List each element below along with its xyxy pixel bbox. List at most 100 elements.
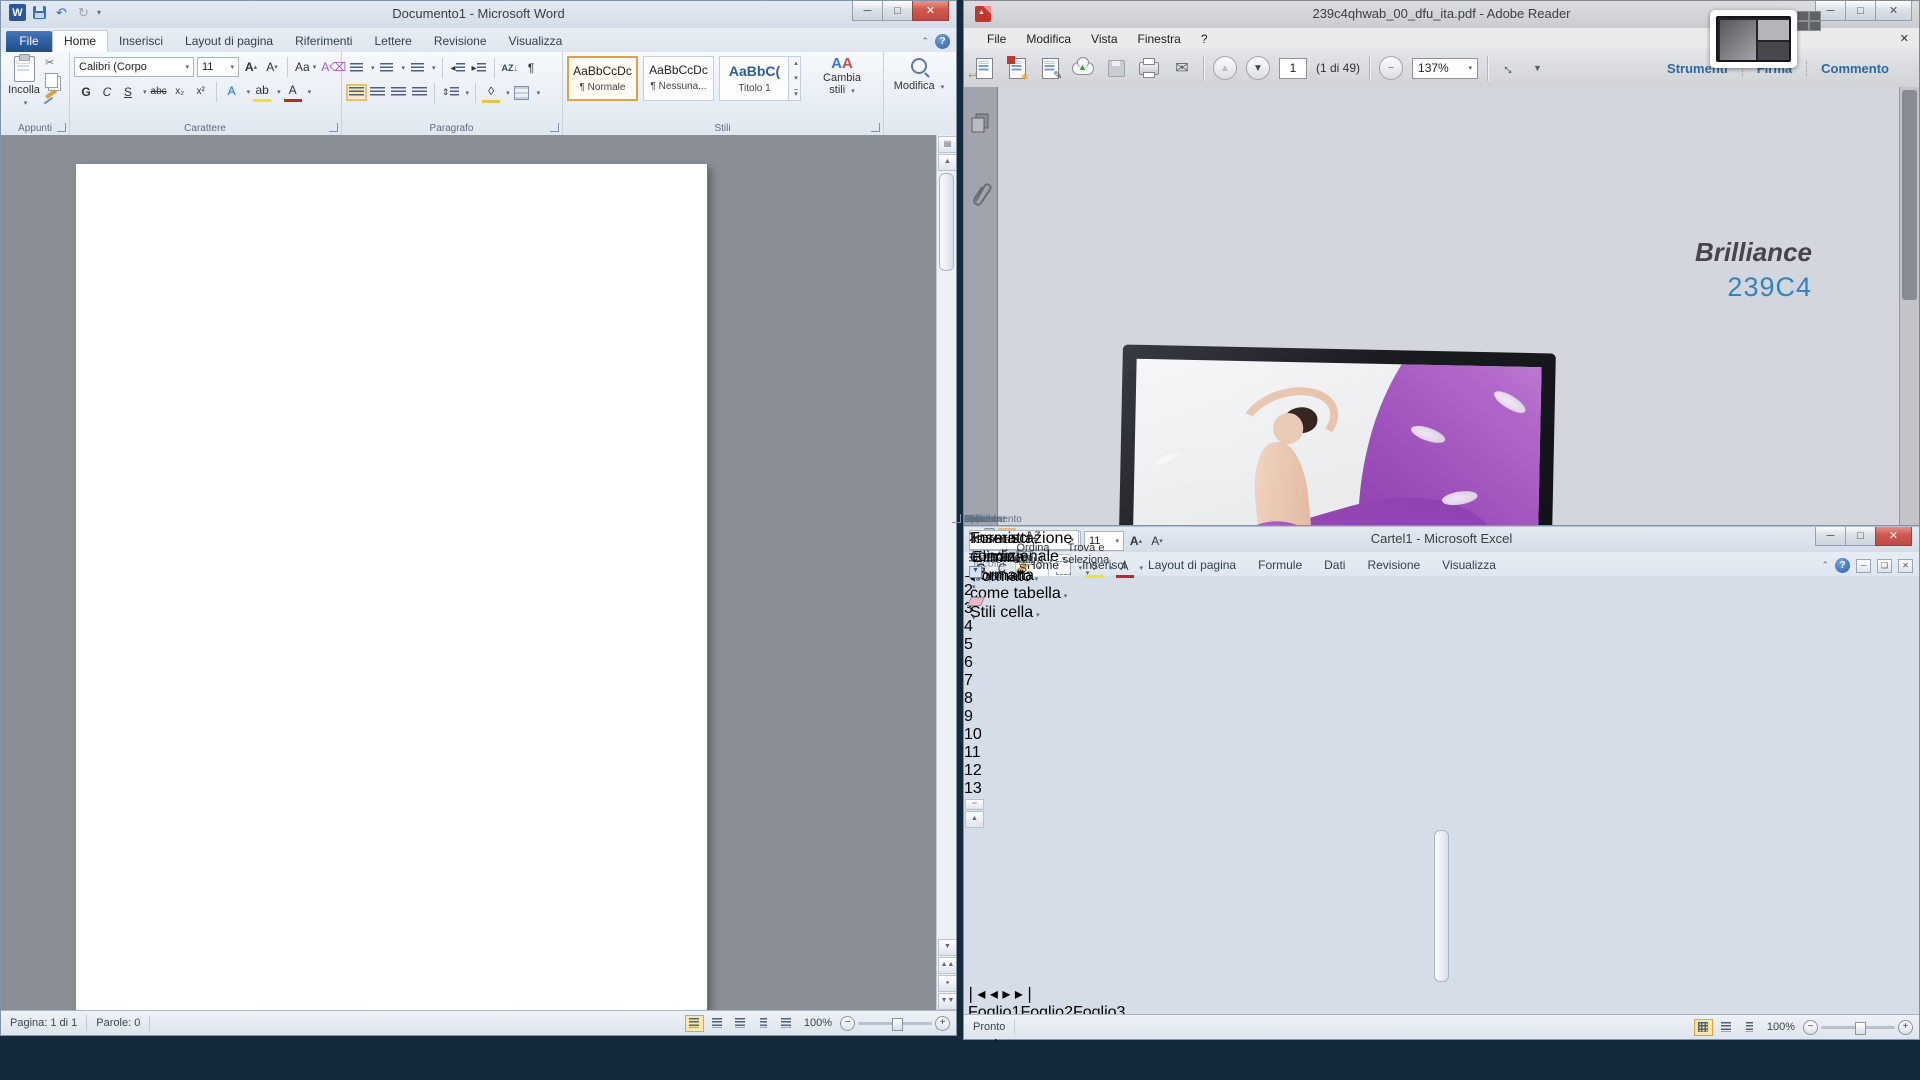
row-header-5[interactable]: 5 xyxy=(964,636,1919,654)
cloud-upload-icon[interactable] xyxy=(1071,56,1095,80)
style-button-stili-cella[interactable]: Stili cella▾ xyxy=(970,604,1072,622)
word-titlebar[interactable]: W ↶ ↻ ▾ Documento1 - Microsoft Word ─ □ … xyxy=(1,1,956,28)
pdf-maximize-button[interactable]: □ xyxy=(1845,1,1876,21)
scroll-up-icon[interactable]: ▲ xyxy=(965,811,984,828)
next-page-icon[interactable]: ▼▼ xyxy=(938,993,956,1010)
styles-dialog-launcher[interactable] xyxy=(871,123,880,132)
previous-sheet-icon[interactable]: ◂ xyxy=(990,986,998,1003)
word-tab-lettere[interactable]: Lettere xyxy=(363,31,422,52)
autosum-icon[interactable]: Σ ▾ xyxy=(969,530,983,558)
workbook-restore-icon[interactable]: ❏ xyxy=(1877,559,1892,573)
scroll-thumb[interactable] xyxy=(1434,830,1449,982)
draft-view-icon[interactable] xyxy=(777,1015,796,1032)
excel-close-button[interactable]: ✕ xyxy=(1875,526,1912,546)
save-icon[interactable] xyxy=(1104,56,1128,80)
shrink-font-icon[interactable]: A▾ xyxy=(1148,532,1166,550)
email-icon[interactable]: ✉ xyxy=(1170,56,1194,80)
pdf-menu-file[interactable]: File xyxy=(978,30,1015,48)
zoom-in-icon[interactable]: + xyxy=(1898,1020,1913,1035)
excel-tab-visualizza[interactable]: Visualizza xyxy=(1431,555,1507,576)
zoom-out-icon[interactable]: − xyxy=(840,1016,855,1031)
create-pdf-icon[interactable]: ✱ xyxy=(1005,56,1029,80)
print-layout-view-icon[interactable] xyxy=(685,1015,704,1032)
decrease-indent-icon[interactable]: ◂ xyxy=(449,59,467,77)
pdf-scrollbar[interactable] xyxy=(1899,87,1919,545)
zoom-out-icon[interactable]: − xyxy=(1379,56,1403,80)
page-up-icon[interactable]: ▲ xyxy=(1213,56,1237,80)
grow-font-icon[interactable]: A▴ xyxy=(242,58,260,76)
word-tab-visualizza[interactable]: Visualizza xyxy=(498,31,574,52)
normal-view-icon[interactable] xyxy=(1694,1019,1713,1036)
italic-icon[interactable]: C xyxy=(98,83,116,101)
fullscreen-view-icon[interactable] xyxy=(708,1015,727,1032)
text-effects-icon[interactable]: A xyxy=(223,83,241,101)
minimize-ribbon-icon[interactable]: ⌃ xyxy=(1821,560,1829,571)
row-header-8[interactable]: 8 xyxy=(964,690,1919,708)
word-count[interactable]: Parole: 0 xyxy=(87,1015,150,1031)
print-icon[interactable] xyxy=(1137,56,1161,80)
row-header-12[interactable]: 12 xyxy=(964,762,1919,780)
ruler-toggle-icon[interactable]: ▤ xyxy=(938,136,956,153)
styles-gallery-scroll[interactable]: ▴▾▾ xyxy=(788,56,801,101)
underline-icon[interactable]: S xyxy=(119,83,137,101)
zoom-slider[interactable]: − + xyxy=(1803,1020,1913,1035)
word-maximize-button[interactable]: □ xyxy=(882,1,913,21)
borders-icon[interactable] xyxy=(513,84,531,102)
align-left-icon[interactable] xyxy=(347,84,365,102)
align-right-icon[interactable] xyxy=(389,84,407,102)
word-tab-inserisci[interactable]: Inserisci xyxy=(108,31,174,52)
web-layout-view-icon[interactable] xyxy=(731,1015,750,1032)
next-sheet-icon[interactable]: ▸ xyxy=(1002,986,1010,1003)
highlight-color-icon[interactable]: ab xyxy=(253,81,271,102)
minimize-ribbon-icon[interactable]: ⌃ xyxy=(921,36,929,47)
page-number-input[interactable]: 1 xyxy=(1279,58,1307,79)
split-handle[interactable]: ═ xyxy=(965,799,984,810)
numbering-icon[interactable] xyxy=(378,59,396,77)
zoom-slider[interactable]: − + xyxy=(840,1016,950,1031)
row-header-7[interactable]: 7 xyxy=(964,672,1919,690)
copy-icon[interactable] xyxy=(45,73,58,88)
pdf-menu-finestra[interactable]: Finestra xyxy=(1129,30,1190,48)
bullets-icon[interactable] xyxy=(347,59,365,77)
format-painter-icon[interactable] xyxy=(45,89,57,99)
paragraph-dialog-launcher[interactable] xyxy=(550,123,559,132)
fit-width-icon[interactable]: ↔ xyxy=(1497,56,1521,80)
pdf-menu-[interactable]: ? xyxy=(1192,30,1217,48)
clear-icon[interactable]: ▾ xyxy=(969,595,983,623)
select-browse-object-icon[interactable]: ● xyxy=(938,975,956,992)
page-thumbnails-icon[interactable] xyxy=(970,113,990,135)
increase-indent-icon[interactable]: ▸ xyxy=(470,59,488,77)
grow-font-icon[interactable]: A▴ xyxy=(1127,532,1145,550)
shading-icon[interactable]: ◊ xyxy=(482,82,500,103)
sort-filter-button[interactable]: AZ Ordinae filtra ▾ xyxy=(1008,530,1058,566)
workbook-minimize-icon[interactable]: ─ xyxy=(1856,559,1871,573)
word-page[interactable] xyxy=(76,164,707,1011)
excel-minimize-button[interactable]: ─ xyxy=(1815,526,1846,546)
word-file-tab[interactable]: File xyxy=(6,31,52,52)
attachments-icon[interactable] xyxy=(970,181,992,207)
sort-icon[interactable]: AZ↓ xyxy=(501,59,520,77)
excel-tab-formule[interactable]: Formule xyxy=(1247,555,1313,576)
pdf-menu-vista[interactable]: Vista xyxy=(1082,30,1126,48)
pdf-menu-modifica[interactable]: Modifica xyxy=(1017,30,1080,48)
find-select-button[interactable]: Trova eseleziona ▾ xyxy=(1060,530,1112,578)
scroll-down-icon[interactable]: ▼ xyxy=(938,939,956,956)
justify-icon[interactable] xyxy=(410,84,428,102)
scroll-up-icon[interactable]: ▲ xyxy=(938,154,956,171)
zoom-level[interactable]: 100% xyxy=(1767,1021,1795,1033)
screen-layout-widget[interactable] xyxy=(1710,10,1797,68)
multilevel-list-icon[interactable] xyxy=(408,59,426,77)
page-break-view-icon[interactable] xyxy=(1740,1019,1759,1036)
word-minimize-button[interactable]: ─ xyxy=(852,1,883,21)
word-close-button[interactable]: ✕ xyxy=(912,1,949,21)
page-down-icon[interactable]: ▼ xyxy=(1246,56,1270,80)
row-header-6[interactable]: 6 xyxy=(964,654,1919,672)
pdf-close-button[interactable]: ✕ xyxy=(1875,1,1912,21)
help-icon[interactable]: ? xyxy=(935,34,950,49)
font-size-select[interactable]: 11▾ xyxy=(197,57,239,77)
open-file-icon[interactable]: ↩ xyxy=(972,56,996,80)
clipboard-dialog-launcher[interactable] xyxy=(57,123,66,132)
toolbar-close-icon[interactable]: ✕ xyxy=(1900,32,1909,45)
zoom-select[interactable]: 137%▾ xyxy=(1412,58,1478,79)
pdf-scroll-thumb[interactable] xyxy=(1902,90,1917,300)
